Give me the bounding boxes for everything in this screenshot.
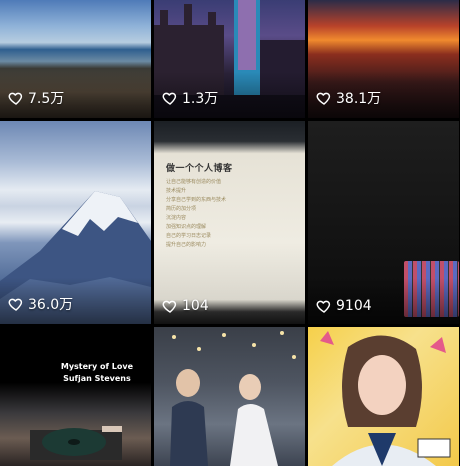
like-count: 38.1万 <box>316 88 381 108</box>
song-artist: Sufjan Stevens <box>63 374 131 383</box>
document-line: 让自己能够有创造的价值 <box>166 179 222 185</box>
video-tile-1[interactable]: 7.5万 <box>0 0 151 118</box>
document-line: 分享自己学到的东西与技术 <box>166 197 227 203</box>
like-count-text: 9104 <box>336 298 372 314</box>
video-grid: 7.5万 1.3万 38.1万 36.0万 做一个个人博客 让自己能够有创造的价… <box>0 0 460 466</box>
like-count: 1.3万 <box>162 88 218 108</box>
video-tile-4[interactable]: 36.0万 <box>0 121 151 324</box>
song-title: Mystery of Love <box>60 362 133 371</box>
heart-icon <box>8 92 23 105</box>
heart-icon <box>316 300 331 313</box>
document-title: 做一个个人博客 <box>166 164 233 174</box>
document-line: 沉淀内容 <box>166 215 187 221</box>
portrait-scene <box>320 331 451 466</box>
like-count-text: 7.5万 <box>28 91 65 107</box>
document-lines: 让自己能够有创造的价值 技术提升 分享自己学到的东西与技术 简历的加分项 沉淀内… <box>166 178 297 250</box>
like-count-text: 1.3万 <box>182 91 219 107</box>
heart-icon <box>162 92 177 105</box>
wedding-scene <box>170 331 296 466</box>
like-count: 9104 <box>316 298 372 314</box>
document-preview: 做一个个人博客 让自己能够有创造的价值 技术提升 分享自己学到的东西与技术 简历… <box>162 161 297 250</box>
like-count-text: 36.0万 <box>28 297 74 313</box>
video-tile-3[interactable]: 38.1万 <box>308 0 459 118</box>
like-count-text: 38.1万 <box>336 91 382 107</box>
document-line: 加强知识点的理解 <box>166 224 207 230</box>
heart-icon <box>316 92 331 105</box>
heart-icon <box>8 298 23 311</box>
video-tile-8[interactable] <box>154 327 305 466</box>
heart-icon <box>162 300 177 313</box>
video-tile-2[interactable]: 1.3万 <box>154 0 305 118</box>
video-tile-6[interactable]: 9104 <box>308 121 459 324</box>
song-caption: Mystery of Love Sufjan Stevens <box>61 361 133 385</box>
like-count: 7.5万 <box>8 88 64 108</box>
like-count: 36.0万 <box>8 294 73 314</box>
document-line: 简历的加分项 <box>166 206 197 212</box>
video-tile-9[interactable] <box>308 327 459 466</box>
like-count: 104 <box>162 298 209 314</box>
record-player-image <box>30 426 122 460</box>
document-line: 技术提升 <box>166 188 187 194</box>
document-line: 自己的学习日志记录 <box>166 233 212 239</box>
like-count-text: 104 <box>182 298 209 314</box>
video-tile-5[interactable]: 做一个个人博客 让自己能够有创造的价值 技术提升 分享自己学到的东西与技术 简历… <box>154 121 305 324</box>
document-line: 提升自己的影响力 <box>166 242 207 248</box>
video-tile-7[interactable]: Mystery of Love Sufjan Stevens <box>0 327 151 466</box>
